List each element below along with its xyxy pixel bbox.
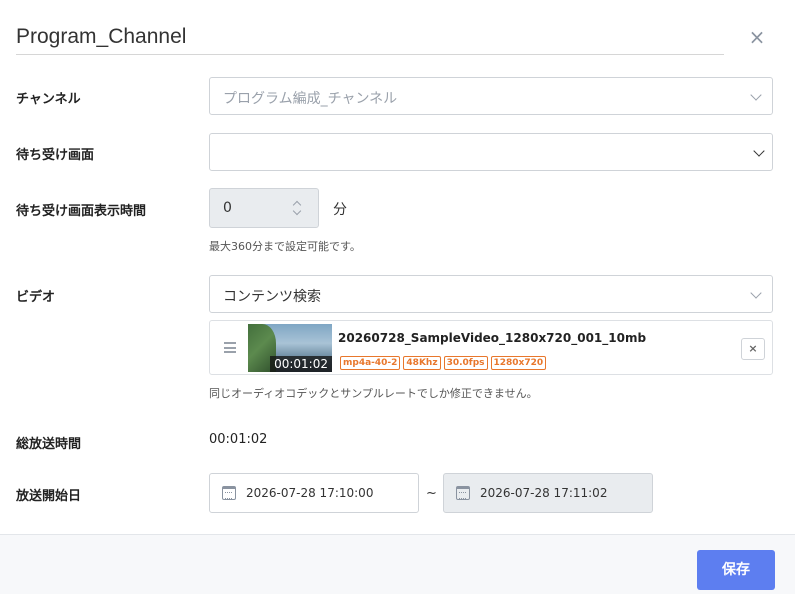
total-duration-label: 総放送時間 — [16, 437, 82, 452]
start-datetime-input[interactable]: 2026-07-28 17:10:00 — [209, 473, 419, 513]
dialog-footer — [0, 534, 795, 594]
content-search-placeholder: コンテンツ検索 — [223, 289, 321, 305]
chevron-down-icon — [753, 145, 765, 157]
content-search-select[interactable]: コンテンツ検索 — [209, 275, 773, 313]
standby-duration-unit: 分 — [333, 202, 347, 218]
program-title-input[interactable]: Program_Channel — [16, 22, 724, 55]
standby-screen-label: 待ち受け画面 — [16, 148, 95, 163]
video-name: 20260728_SampleVideo_1280x720_001_10mb — [338, 331, 647, 345]
channel-label: チャンネル — [16, 92, 81, 107]
end-datetime-input: 2026-07-28 17:11:02 — [443, 473, 653, 513]
audio-codec-badge: mp4a-40-2 — [340, 356, 401, 370]
video-label: ビデオ — [16, 290, 56, 305]
spinner-icon[interactable] — [292, 199, 302, 217]
remove-video-button[interactable]: × — [741, 338, 765, 360]
channel-select-value: プログラム編成_チャンネル — [223, 91, 398, 107]
chevron-down-icon — [750, 287, 762, 299]
video-badges: mp4a-40-2 48Khz 30.0fps 1280x720 — [340, 350, 549, 370]
framerate-badge: 30.0fps — [443, 356, 488, 370]
resolution-badge: 1280x720 — [490, 356, 547, 370]
standby-duration-label: 待ち受け画面表示時間 — [16, 204, 147, 219]
total-duration-value: 00:01:02 — [209, 432, 268, 447]
sample-rate-badge: 48Khz — [403, 356, 441, 370]
chevron-down-icon — [750, 89, 762, 101]
standby-screen-select[interactable] — [209, 133, 773, 171]
broadcast-start-label: 放送開始日 — [16, 489, 82, 504]
video-hint: 同じオーディオコデックとサンプルレートでしか修正できません。 — [209, 387, 538, 400]
standby-duration-value: 0 — [223, 200, 232, 216]
standby-duration-hint: 最大360分まで設定可能です。 — [209, 240, 361, 253]
end-datetime-value: 2026-07-28 17:11:02 — [480, 486, 608, 500]
close-icon[interactable]: × — [748, 26, 766, 48]
save-button[interactable]: 保存 — [697, 550, 775, 590]
drag-handle-icon[interactable] — [224, 342, 236, 356]
video-duration: 00:01:02 — [270, 356, 332, 372]
date-range-separator: ~ — [426, 486, 437, 501]
video-list-item[interactable]: 00:01:02 20260728_SampleVideo_1280x720_0… — [209, 320, 773, 375]
start-datetime-value: 2026-07-28 17:10:00 — [246, 486, 374, 500]
video-thumbnail: 00:01:02 — [248, 324, 332, 372]
chevron-down-icon[interactable] — [292, 206, 302, 216]
standby-duration-stepper[interactable]: 0 — [209, 188, 319, 228]
calendar-icon — [222, 486, 236, 500]
calendar-icon — [456, 486, 470, 500]
channel-select[interactable]: プログラム編成_チャンネル — [209, 77, 773, 115]
